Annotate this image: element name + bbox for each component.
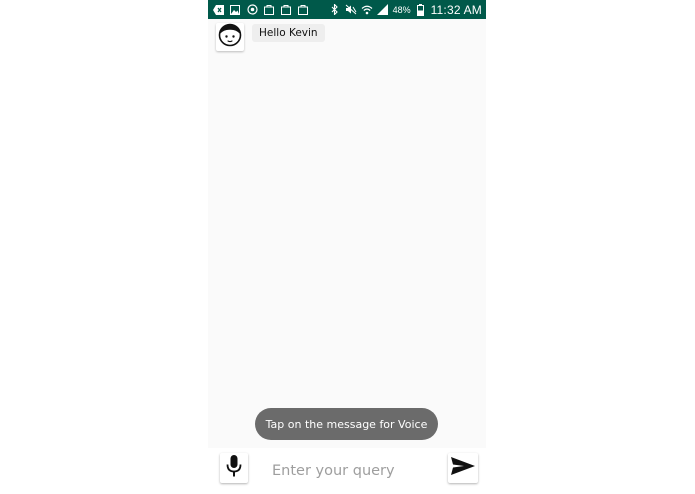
input-bar — [208, 448, 486, 494]
bluetooth-icon — [329, 4, 341, 16]
microphone-button[interactable] — [220, 453, 248, 483]
sync-icon — [246, 4, 258, 16]
status-notification-icons — [208, 4, 309, 16]
chat-message-bubble[interactable]: Hello Kevin — [252, 24, 325, 42]
microphone-icon — [226, 454, 242, 482]
shopping-bag-icon — [297, 4, 309, 16]
send-icon — [450, 456, 476, 480]
wifi-icon — [361, 4, 373, 16]
phone-screen: 48% 11:32 AM Hello Kevin Tap on the mess… — [208, 0, 486, 494]
voice-hint-toast: Tap on the message for Voice — [255, 408, 438, 440]
mute-icon — [345, 4, 357, 16]
signal-icon — [377, 4, 389, 16]
bot-avatar — [216, 23, 244, 51]
battery-icon — [415, 3, 427, 16]
chat-message-row: Hello Kevin — [216, 23, 325, 51]
shopping-bag-icon — [263, 4, 275, 16]
back-icon — [212, 4, 224, 16]
status-bar: 48% 11:32 AM — [208, 0, 486, 19]
query-input[interactable] — [266, 458, 448, 484]
shopping-bag-icon — [280, 4, 292, 16]
send-button[interactable] — [448, 453, 478, 483]
status-time: 11:32 AM — [430, 2, 482, 17]
status-system-icons: 48% 11:32 AM — [329, 3, 486, 17]
gallery-icon — [229, 4, 241, 16]
battery-percent: 48% — [392, 4, 411, 15]
face-avatar-icon — [218, 23, 242, 51]
